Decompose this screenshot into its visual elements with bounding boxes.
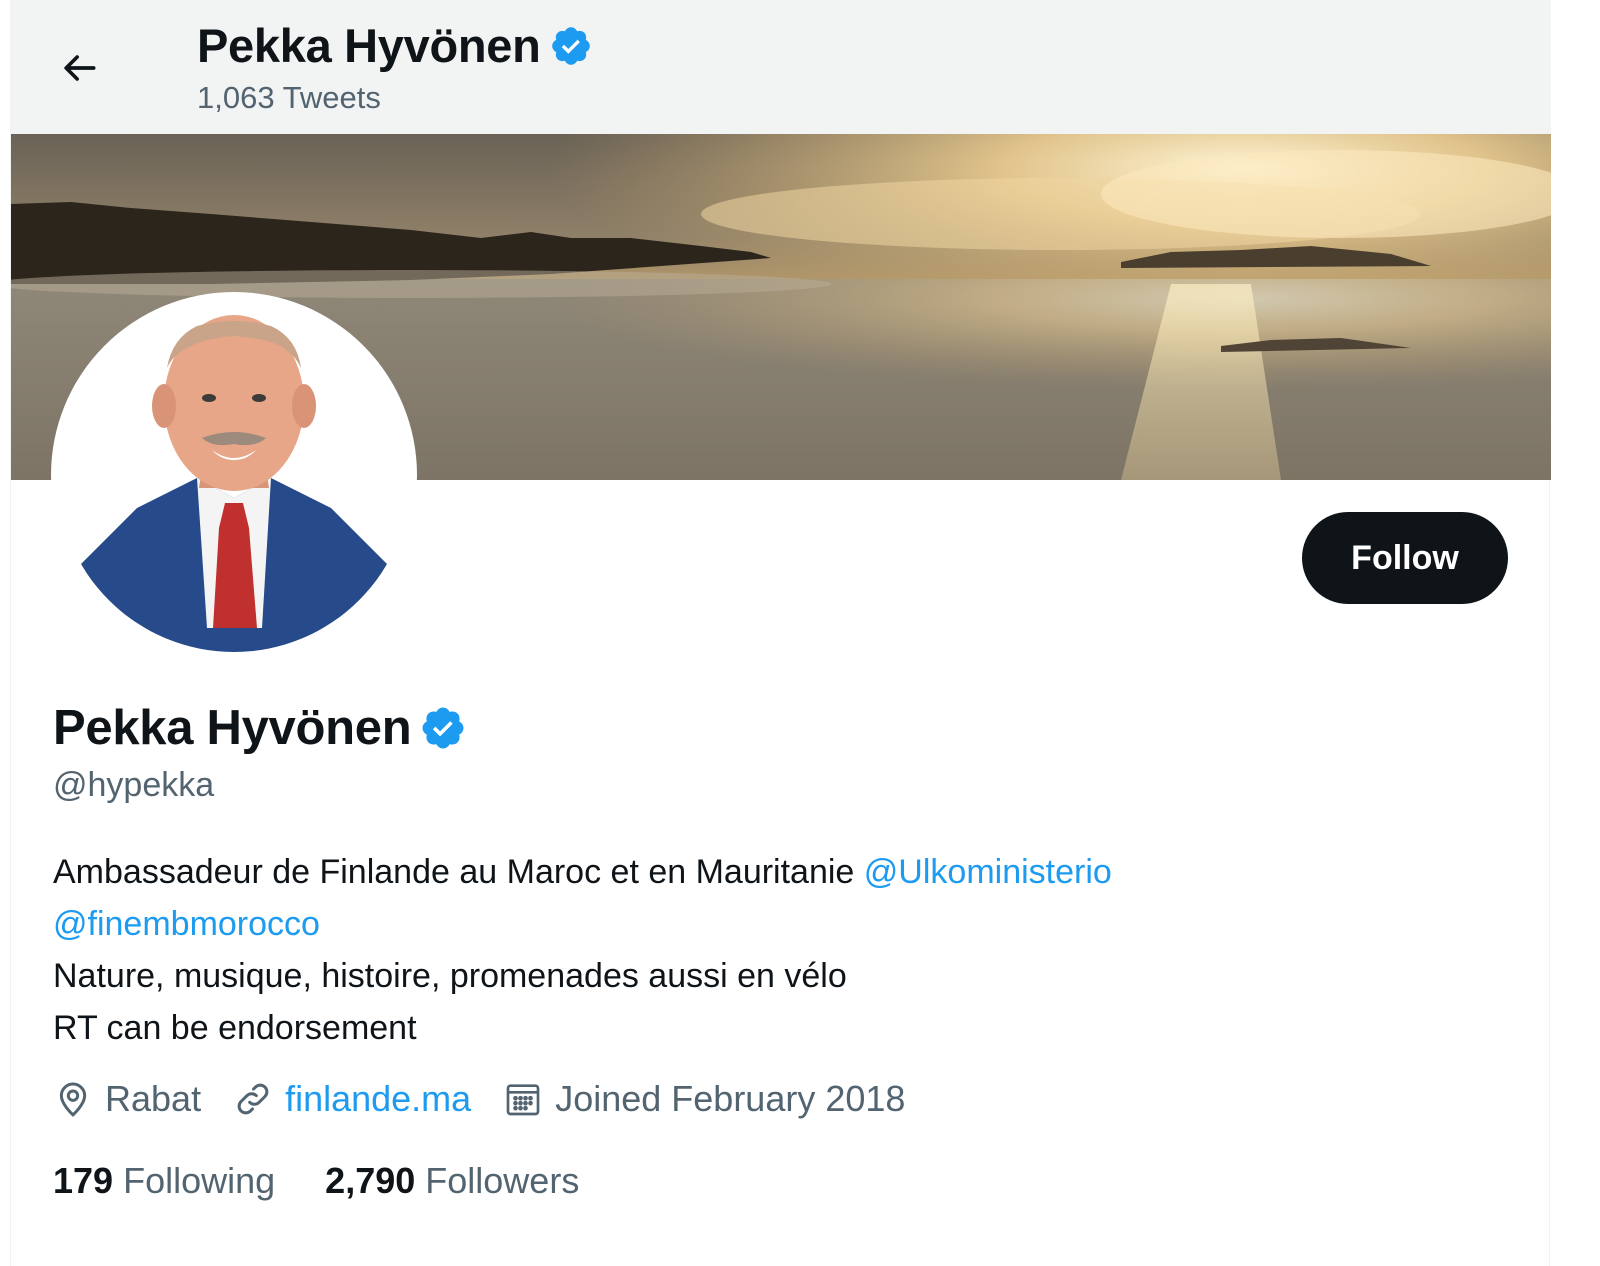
bio-line-3: Nature, musique, histoire, promenades au… <box>53 957 847 995</box>
mention-link-ulkoministerio[interactable]: @Ulkoministerio <box>864 853 1112 891</box>
bio-line-4: RT can be endorsement <box>53 1009 417 1047</box>
followers-count: 2,790 <box>325 1160 416 1201</box>
avatar[interactable] <box>51 292 417 658</box>
profile-bio: Ambassadeur de Finlande au Maroc et en M… <box>53 846 1493 1054</box>
profile-handle: @hypekka <box>53 766 215 804</box>
mention-link-finembmorocco[interactable]: @finembmorocco <box>53 905 320 943</box>
profile-meta: Rabat finlande.ma Joined February 2018 <box>53 1078 937 1120</box>
profile-joined: Joined February 2018 <box>503 1078 905 1120</box>
location-text: Rabat <box>105 1078 202 1119</box>
verified-badge-icon <box>419 704 467 752</box>
verified-badge-icon <box>549 24 593 68</box>
profile-header-bar: Pekka Hyvönen 1,063 Tweets <box>11 0 1551 134</box>
header-title: Pekka Hyvönen <box>197 19 541 72</box>
following-count: 179 <box>53 1160 114 1201</box>
followers-label: Followers <box>425 1160 580 1201</box>
bio-line-1: Ambassadeur de Finlande au Maroc et en M… <box>53 846 1493 898</box>
joined-text: Joined February 2018 <box>555 1078 906 1119</box>
profile-location: Rabat <box>53 1078 201 1120</box>
header-title-row: Pekka Hyvönen <box>197 18 593 73</box>
back-button[interactable] <box>51 40 107 96</box>
avatar-image <box>57 298 411 652</box>
profile-stats: 179 Following 2,790 Followers <box>53 1160 629 1202</box>
profile-page: Pekka Hyvönen 1,063 Tweets Follow Pekka … <box>10 0 1551 1266</box>
profile-website: finlande.ma <box>233 1078 471 1120</box>
tweet-count: 1,063 Tweets <box>197 80 381 115</box>
profile-name-row: Pekka Hyvönen <box>53 700 467 756</box>
bio-line-2: @finembmorocco <box>53 898 1493 950</box>
bio-text: Ambassadeur de Finlande au Maroc et en M… <box>53 853 864 891</box>
profile-name: Pekka Hyvönen <box>53 701 412 755</box>
following-label: Following <box>123 1160 276 1201</box>
website-link[interactable]: finlande.ma <box>285 1078 471 1120</box>
link-icon <box>237 1083 269 1115</box>
following-link[interactable]: 179 Following <box>53 1160 275 1202</box>
location-pin-icon <box>59 1082 87 1117</box>
calendar-icon <box>506 1084 540 1116</box>
arrow-left-icon <box>64 55 96 81</box>
followers-link[interactable]: 2,790 Followers <box>325 1160 579 1202</box>
follow-button[interactable]: Follow <box>1302 512 1508 604</box>
